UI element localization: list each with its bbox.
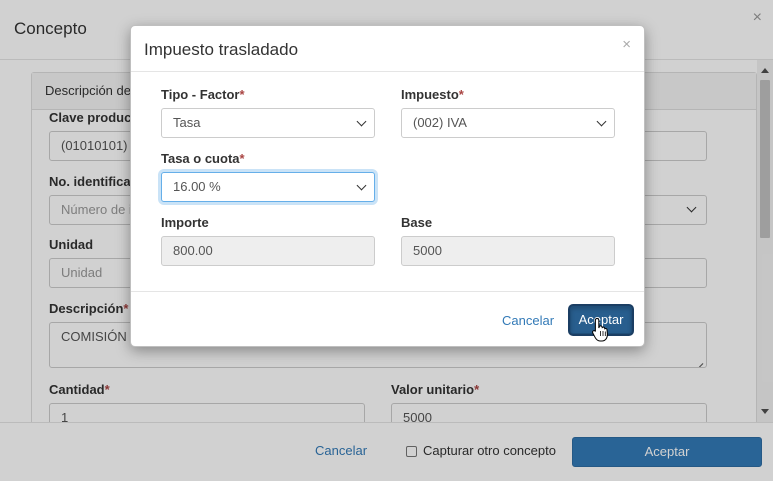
importe-label: Importe	[161, 215, 209, 230]
chevron-down-icon	[356, 116, 367, 127]
impuesto-close-icon[interactable]: ×	[622, 36, 631, 53]
tipo-factor-select[interactable]: Tasa	[161, 108, 375, 138]
chevron-down-icon	[596, 116, 607, 127]
impuesto-value: (002) IVA	[413, 115, 467, 130]
tasa-cuota-label: Tasa o cuota*	[161, 151, 245, 166]
tasa-cuota-value: 16.00 %	[173, 179, 221, 194]
chevron-down-icon	[356, 180, 367, 191]
tipo-factor-label-text: Tipo - Factor	[161, 87, 240, 102]
base-field: 5000	[401, 236, 615, 266]
tipo-factor-label: Tipo - Factor*	[161, 87, 245, 102]
impuesto-modal-footer: Cancelar Aceptar	[131, 291, 644, 348]
hand-cursor-icon	[592, 317, 608, 342]
impuesto-select[interactable]: (002) IVA	[401, 108, 615, 138]
tipo-factor-value: Tasa	[173, 115, 201, 130]
impuesto-cancel-link[interactable]: Cancelar	[502, 313, 554, 328]
required-mark: *	[239, 151, 245, 166]
importe-field: 800.00	[161, 236, 375, 266]
required-mark: *	[458, 87, 464, 102]
impuesto-label: Impuesto*	[401, 87, 464, 102]
impuesto-modal-title: Impuesto trasladado	[144, 40, 299, 59]
impuesto-label-text: Impuesto	[401, 87, 459, 102]
base-label: Base	[401, 215, 433, 230]
impuesto-modal-header: Impuesto trasladado ×	[131, 26, 644, 72]
required-mark: *	[239, 87, 245, 102]
screen: Concepto × Descripción del Clave product…	[0, 0, 773, 481]
tasa-cuota-select[interactable]: 16.00 %	[161, 172, 375, 202]
tasa-cuota-label-text: Tasa o cuota	[161, 151, 240, 166]
impuesto-modal: Impuesto trasladado × Tipo - Factor* Tas…	[130, 25, 645, 347]
